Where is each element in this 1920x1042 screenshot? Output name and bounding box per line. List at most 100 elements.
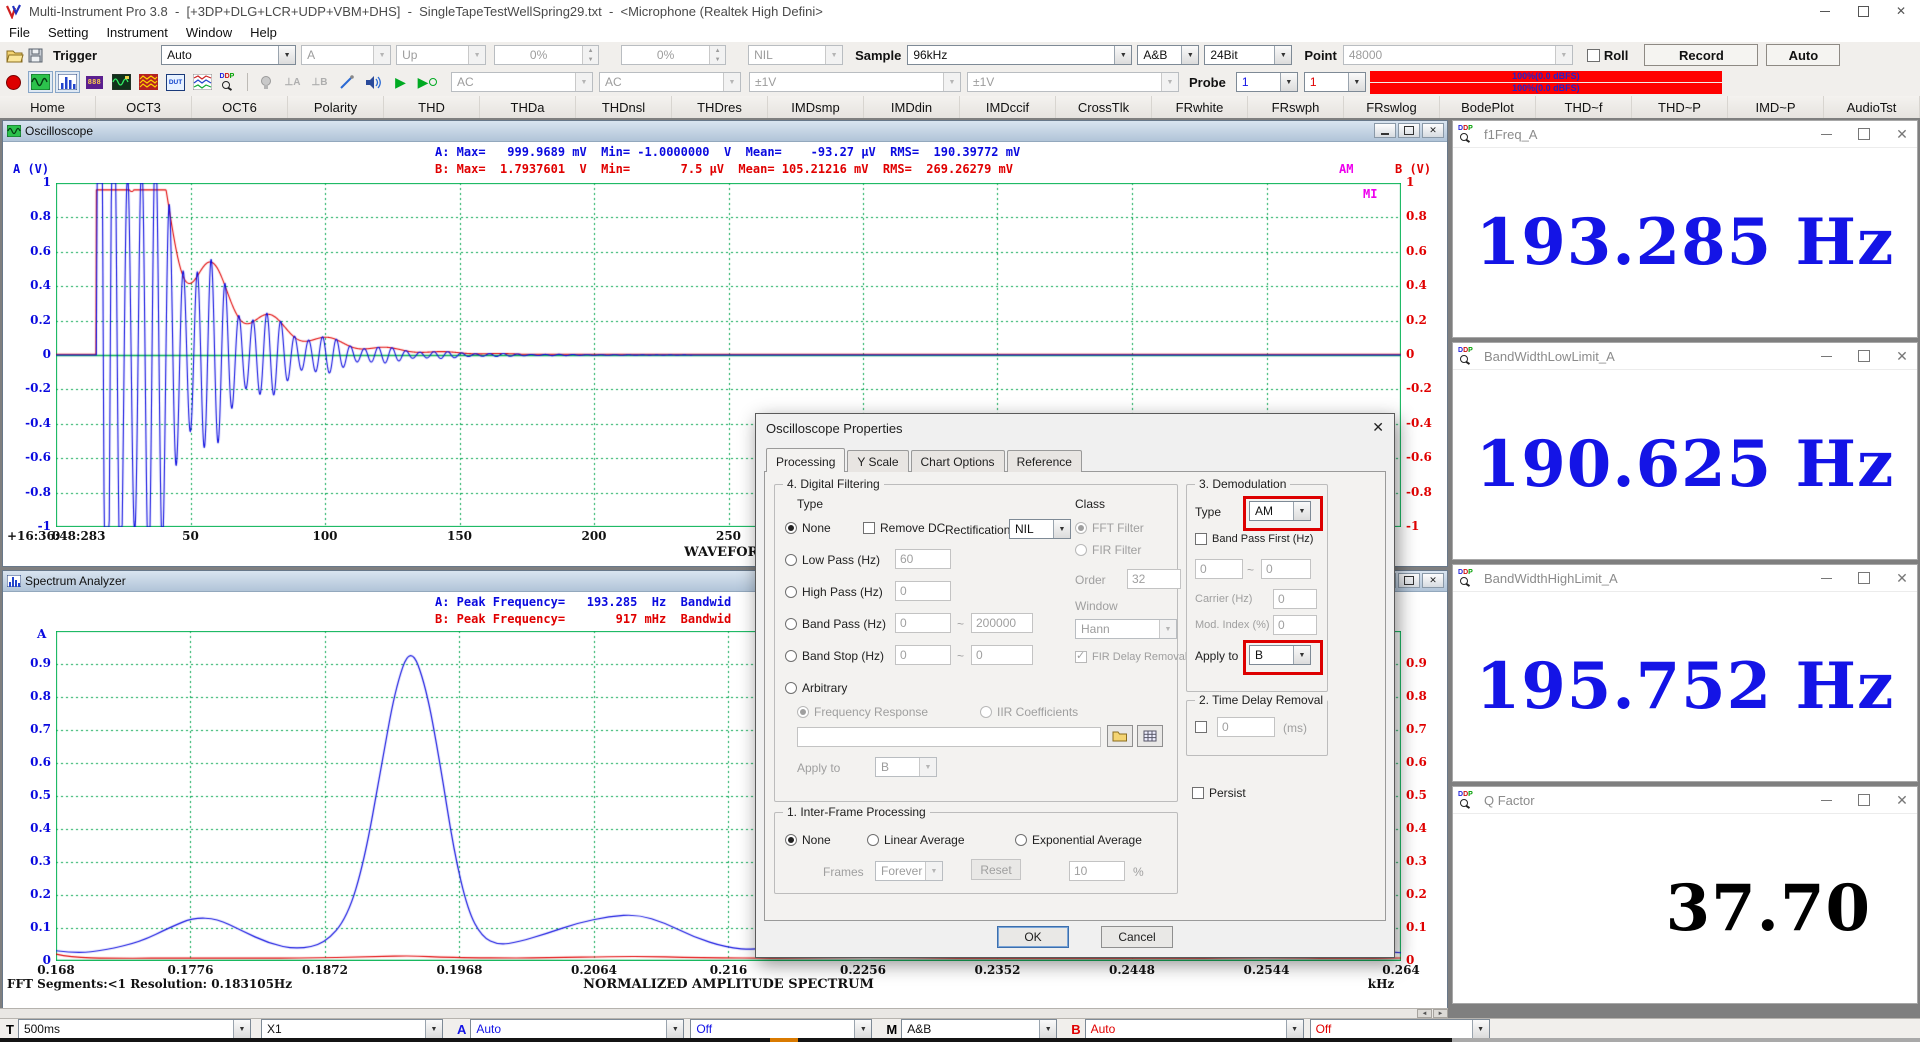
order-field[interactable]: 32: [1127, 569, 1181, 589]
spectrum-3d-plot-icon[interactable]: [136, 71, 161, 93]
tab-y-scale[interactable]: Y Scale: [847, 450, 908, 472]
ddp-viewer-icon[interactable]: DDP: [217, 71, 242, 93]
chevron-down-icon[interactable]: ▼: [1293, 646, 1310, 664]
multimeter-icon[interactable]: 888: [82, 71, 107, 93]
meter-minimize-button[interactable]: [1819, 127, 1833, 141]
trigger-slope-combo[interactable]: Up▼: [396, 45, 486, 65]
meter-maximize-button[interactable]: [1857, 127, 1871, 141]
tab-audiotst[interactable]: AudioTst: [1824, 96, 1920, 118]
persist-checkbox[interactable]: Persist: [1192, 786, 1246, 800]
window-combo[interactable]: Hann▼: [1075, 619, 1177, 639]
cancel-button[interactable]: Cancel: [1101, 926, 1173, 948]
horizontal-scrollbar[interactable]: ◄ ►: [0, 1008, 1448, 1018]
meter-close-button[interactable]: ✕: [1895, 793, 1909, 807]
fft-filter-radio[interactable]: FFT Filter: [1075, 521, 1144, 535]
tab-thdnsl[interactable]: THDnsl: [576, 96, 672, 118]
menu-file[interactable]: File: [0, 25, 39, 40]
fir-filter-radio[interactable]: FIR Filter: [1075, 543, 1141, 557]
meter-maximize-button[interactable]: [1857, 349, 1871, 363]
chevron-down-icon[interactable]: ▼: [1348, 73, 1365, 91]
bit-depth-combo[interactable]: 24Bit▼: [1204, 45, 1292, 65]
save-icon[interactable]: [28, 48, 43, 63]
sound-device-icon[interactable]: [361, 71, 386, 93]
demod-bp-hi-field[interactable]: 0: [1261, 559, 1311, 579]
zoom-combo[interactable]: X1▼: [261, 1019, 443, 1039]
band-stop-radio[interactable]: Band Stop (Hz): [785, 649, 884, 663]
chevron-down-icon[interactable]: ▼: [233, 1020, 250, 1038]
carrier-field[interactable]: 0: [1273, 589, 1317, 609]
app-maximize-button[interactable]: [1844, 0, 1882, 22]
data-logger-icon[interactable]: [190, 71, 215, 93]
mod-index-field[interactable]: 0: [1273, 615, 1317, 635]
trigger-mode-combo[interactable]: Auto▼: [161, 45, 296, 65]
menu-window[interactable]: Window: [177, 25, 241, 40]
chevron-down-icon[interactable]: ▼: [1274, 46, 1291, 64]
math-channel-combo[interactable]: A&B▼: [901, 1019, 1057, 1039]
band-stop-hi-field[interactable]: 0: [971, 645, 1033, 665]
oscilloscope-title-bar[interactable]: Oscilloscope ✕: [3, 121, 1447, 142]
frequency-response-radio[interactable]: Frequency Response: [797, 705, 928, 719]
dialog-title-bar[interactable]: Oscilloscope Properties ✕: [756, 414, 1394, 442]
chevron-down-icon[interactable]: ▼: [1114, 46, 1131, 64]
frames-combo[interactable]: Forever▼: [875, 861, 943, 881]
demod-bp-lo-field[interactable]: 0: [1195, 559, 1243, 579]
demod-apply-to-combo[interactable]: B▼: [1249, 645, 1311, 665]
spectrum-close-button[interactable]: ✕: [1422, 573, 1444, 588]
chevron-down-icon[interactable]: ▼: [1280, 73, 1297, 91]
tab-reference[interactable]: Reference: [1007, 450, 1082, 472]
exponential-average-radio[interactable]: Exponential Average: [1015, 833, 1142, 847]
filter-apply-to-combo[interactable]: B▼: [875, 757, 937, 777]
meter-title-bar[interactable]: DDPBandWidthLowLimit_A✕: [1453, 343, 1917, 370]
signal-generator-icon[interactable]: [109, 71, 134, 93]
tab-processing[interactable]: Processing: [766, 448, 845, 472]
arbitrary-file-field[interactable]: [797, 727, 1101, 747]
browse-file-button[interactable]: [1107, 725, 1133, 747]
run-icon[interactable]: ▶: [388, 71, 413, 93]
demod-type-combo[interactable]: AM▼: [1249, 501, 1311, 521]
coupling-b-combo[interactable]: AC▼: [599, 72, 741, 92]
dialog-close-icon[interactable]: ✕: [1372, 419, 1384, 436]
trigger-level-spinner[interactable]: 0%▲▼: [494, 45, 599, 65]
chevron-down-icon[interactable]: ▼: [1053, 520, 1070, 538]
spectrum-restore-button[interactable]: [1398, 573, 1420, 588]
tab-thd-p[interactable]: THD~P: [1632, 96, 1728, 118]
fir-delay-removal-checkbox[interactable]: FIR Delay Removal: [1075, 651, 1187, 663]
high-pass-field[interactable]: 0: [895, 581, 951, 601]
spectrum-analyzer-icon[interactable]: [55, 71, 80, 93]
oscilloscope-icon[interactable]: [28, 71, 53, 93]
sampling-rate-combo[interactable]: 96kHz▼: [907, 45, 1132, 65]
coupling-a-combo[interactable]: AC▼: [451, 72, 593, 92]
time-delay-checkbox[interactable]: [1195, 721, 1207, 733]
meter-close-button[interactable]: ✕: [1895, 571, 1909, 585]
record-button[interactable]: Record: [1644, 44, 1758, 66]
band-pass-hi-field[interactable]: 200000: [971, 613, 1033, 633]
meter-title-bar[interactable]: DDPQ Factor✕: [1453, 787, 1917, 814]
app-close-button[interactable]: ✕: [1882, 0, 1920, 22]
scroll-right-icon[interactable]: ►: [1433, 1009, 1448, 1018]
probe-b-combo[interactable]: 1▼: [1304, 72, 1366, 92]
band-stop-lo-field[interactable]: 0: [895, 645, 951, 665]
ground-b-icon[interactable]: ⊥B: [307, 71, 332, 93]
exp-weight-field[interactable]: 10: [1069, 861, 1125, 881]
low-pass-radio[interactable]: Low Pass (Hz): [785, 553, 880, 567]
meter-title-bar[interactable]: DDPf1Freq_A✕: [1453, 121, 1917, 148]
rectification-combo[interactable]: NIL▼: [1009, 519, 1071, 539]
trigger-source-combo[interactable]: A▼: [301, 45, 391, 65]
tab-bodeplot[interactable]: BodePlot: [1440, 96, 1536, 118]
ground-a-icon[interactable]: ⊥A: [280, 71, 305, 93]
tab-chart-options[interactable]: Chart Options: [911, 450, 1005, 472]
menu-instrument[interactable]: Instrument: [97, 25, 176, 40]
tab-oct3[interactable]: OCT3: [96, 96, 192, 118]
tab-frswph[interactable]: FRswph: [1248, 96, 1344, 118]
linear-average-radio[interactable]: Linear Average: [867, 833, 965, 847]
channel-a-extra-combo[interactable]: Off▼: [690, 1019, 872, 1039]
tab-imdsmp[interactable]: IMDsmp: [768, 96, 864, 118]
tab-imdccif[interactable]: IMDccif: [960, 96, 1056, 118]
tab-thd[interactable]: THD: [384, 96, 480, 118]
scroll-left-icon[interactable]: ◄: [1417, 1009, 1432, 1018]
meter-minimize-button[interactable]: [1819, 349, 1833, 363]
high-pass-radio[interactable]: High Pass (Hz): [785, 585, 883, 599]
roll-checkbox[interactable]: [1587, 49, 1600, 62]
run-loop-icon[interactable]: ▶: [415, 71, 440, 93]
filter-none-radio[interactable]: None: [785, 521, 831, 535]
